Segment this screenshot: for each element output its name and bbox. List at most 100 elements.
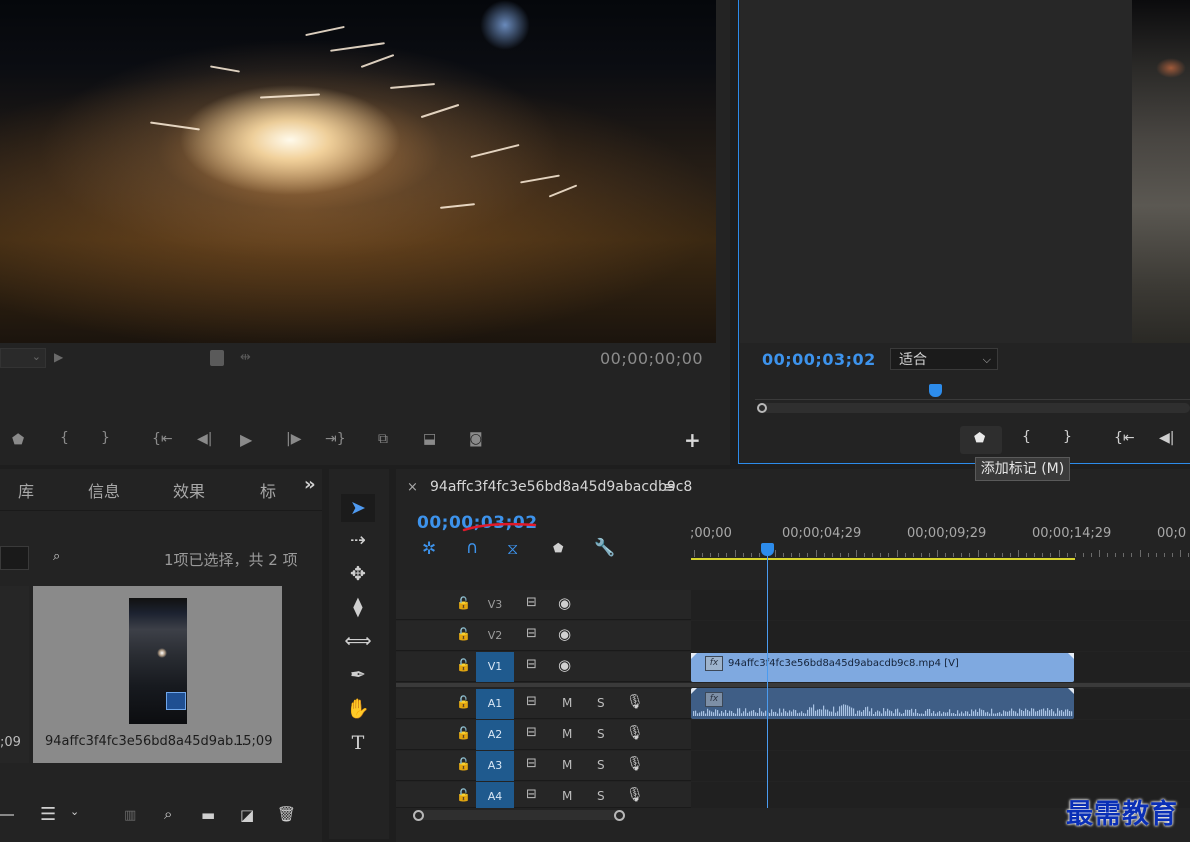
settings-icon[interactable] xyxy=(210,350,224,366)
track-name-a3[interactable]: A3 xyxy=(476,751,514,781)
video-clip[interactable]: fx 94affc3f4fc3e56bd8a45d9abacdb9c8.mp4 … xyxy=(691,653,1074,682)
slip-tool-icon[interactable]: ⟺ xyxy=(341,627,375,655)
track-name-v3[interactable]: V3 xyxy=(476,590,514,620)
marker-icon[interactable]: ⬟ xyxy=(12,432,24,448)
mic-icon[interactable]: 🎙 xyxy=(626,694,644,710)
project-item-card[interactable]: 94affc3f4fc3e56bd8a45d9ab... 15;09 xyxy=(33,586,282,763)
snap-magnet-icon[interactable]: ∩ xyxy=(466,538,478,558)
video-audio-divider[interactable] xyxy=(396,683,1190,687)
tab-effects[interactable]: 效果 xyxy=(173,478,205,502)
timeline-playhead-line[interactable] xyxy=(767,556,768,808)
new-item-icon[interactable]: ◪ xyxy=(240,806,254,824)
project-search-input[interactable] xyxy=(0,546,29,570)
work-area-bar[interactable] xyxy=(691,558,1075,560)
project-zoom-slider[interactable] xyxy=(0,814,14,816)
automate-icon[interactable]: ▥ xyxy=(124,808,136,823)
step-back-icon[interactable]: ◀| xyxy=(1159,430,1174,446)
camera-icon[interactable]: ◙ xyxy=(469,431,483,447)
linked-selection-icon[interactable]: ⧖ xyxy=(507,539,518,559)
mute-button[interactable]: M xyxy=(562,727,572,741)
solo-button[interactable]: S xyxy=(597,758,605,772)
solo-button[interactable]: S xyxy=(597,727,605,741)
add-button-icon[interactable]: + xyxy=(684,428,701,452)
lock-icon[interactable]: 🔓 xyxy=(456,695,471,709)
mark-in-icon[interactable]: { xyxy=(1022,429,1031,445)
solo-button[interactable]: S xyxy=(597,789,605,803)
play-icon[interactable]: ▶ xyxy=(240,430,252,449)
track-lane[interactable] xyxy=(691,621,1190,651)
chevron-down-icon[interactable]: ⌄ xyxy=(70,805,79,818)
program-zoom-bar[interactable] xyxy=(760,403,1190,413)
overwrite-icon[interactable]: ⬓ xyxy=(423,431,436,447)
eye-icon[interactable]: ◉ xyxy=(558,625,571,643)
tab-info[interactable]: 信息 xyxy=(88,478,120,502)
sync-lock-icon[interactable]: ⊟ xyxy=(526,787,537,802)
panel-menu-icon[interactable]: ≡ xyxy=(663,478,676,496)
source-zoom-dropdown[interactable]: ⌄ xyxy=(0,348,46,368)
step-back-icon[interactable]: ◀| xyxy=(197,431,212,447)
sync-lock-icon[interactable]: ⊟ xyxy=(526,756,537,771)
lock-icon[interactable]: 🔓 xyxy=(456,658,471,672)
track-name-a2[interactable]: A2 xyxy=(476,720,514,750)
nest-toggle-icon[interactable]: ✲ xyxy=(422,539,436,559)
program-zoom-handle[interactable] xyxy=(757,403,767,413)
find-icon[interactable]: ⌕ xyxy=(164,805,172,823)
track-name-v2[interactable]: V2 xyxy=(476,621,514,651)
panel-overflow-icon[interactable]: » xyxy=(304,474,316,495)
ripple-edit-tool-icon[interactable]: ✥ xyxy=(341,560,375,588)
track-lane[interactable] xyxy=(691,751,1190,781)
add-marker-icon[interactable]: ⬟ xyxy=(553,541,563,555)
lock-icon[interactable]: 🔓 xyxy=(456,757,471,771)
program-scrub-ruler[interactable] xyxy=(755,390,1190,402)
pen-tool-icon[interactable]: ✒ xyxy=(341,661,375,689)
search-bin-icon[interactable]: ⌕ xyxy=(53,549,60,564)
track-lane[interactable] xyxy=(691,590,1190,620)
sort-icon[interactable]: ☰ xyxy=(40,804,56,825)
mark-in-icon[interactable]: { xyxy=(60,430,69,446)
sync-lock-icon[interactable]: ⊟ xyxy=(526,657,537,672)
go-to-out-icon[interactable]: ⇥} xyxy=(325,431,346,447)
insert-icon[interactable]: ⧉ xyxy=(378,431,388,447)
step-forward-icon[interactable]: |▶ xyxy=(286,431,301,447)
lock-icon[interactable]: 🔓 xyxy=(456,788,471,802)
go-to-in-icon[interactable]: {⇤ xyxy=(1114,430,1135,446)
track-name-a1[interactable]: A1 xyxy=(476,689,514,719)
lock-icon[interactable]: 🔓 xyxy=(456,596,471,610)
source-timecode[interactable]: 00;00;00;00 xyxy=(600,349,703,368)
mute-button[interactable]: M xyxy=(562,758,572,772)
razor-tool-icon[interactable]: ⧫ xyxy=(341,593,375,621)
eye-icon[interactable]: ◉ xyxy=(558,594,571,612)
selection-tool-icon[interactable]: ➤ xyxy=(341,494,375,522)
timeline-playhead[interactable] xyxy=(761,543,774,556)
track-select-tool-icon[interactable]: ⇢ xyxy=(341,526,375,554)
sync-lock-icon[interactable]: ⊟ xyxy=(526,725,537,740)
lock-icon[interactable]: 🔓 xyxy=(456,627,471,641)
sequence-tab-title[interactable]: 94affc3f4fc3e56bd8a45d9abacdb9c8 xyxy=(430,479,692,495)
close-sequence-icon[interactable]: × xyxy=(407,480,418,495)
sync-lock-icon[interactable]: ⊟ xyxy=(526,626,537,641)
eye-icon[interactable]: ◉ xyxy=(558,656,571,674)
mark-out-icon[interactable]: } xyxy=(101,430,110,446)
tab-library[interactable]: 库 xyxy=(18,478,34,502)
program-playhead[interactable] xyxy=(929,384,942,397)
sync-lock-icon[interactable]: ⊟ xyxy=(526,595,537,610)
program-timecode[interactable]: 00;00;03;02 xyxy=(762,350,876,369)
timeline-zoom-bar[interactable] xyxy=(418,810,620,820)
type-tool-icon[interactable]: T xyxy=(341,729,375,757)
timeline-zoom-handle-left[interactable] xyxy=(413,810,424,821)
lock-icon[interactable]: 🔓 xyxy=(456,726,471,740)
track-name-a4[interactable]: A4 xyxy=(476,782,514,808)
track-lane[interactable] xyxy=(691,720,1190,750)
fit-dropdown[interactable]: 适合 ⌵ xyxy=(890,348,998,370)
audio-clip[interactable]: fx xyxy=(691,688,1074,719)
drag-video-icon[interactable]: ⇹ xyxy=(240,350,251,365)
new-bin-icon[interactable]: ▬ xyxy=(201,806,215,824)
timeline-zoom-handle-right[interactable] xyxy=(614,810,625,821)
mic-icon[interactable]: 🎙 xyxy=(626,725,644,741)
track-name-v1[interactable]: V1 xyxy=(476,652,514,682)
tab-markers[interactable]: 标 xyxy=(260,478,276,502)
trash-icon[interactable]: 🗑 xyxy=(277,805,296,823)
sync-lock-icon[interactable]: ⊟ xyxy=(526,694,537,709)
mute-button[interactable]: M xyxy=(562,789,572,803)
solo-button[interactable]: S xyxy=(597,696,605,710)
